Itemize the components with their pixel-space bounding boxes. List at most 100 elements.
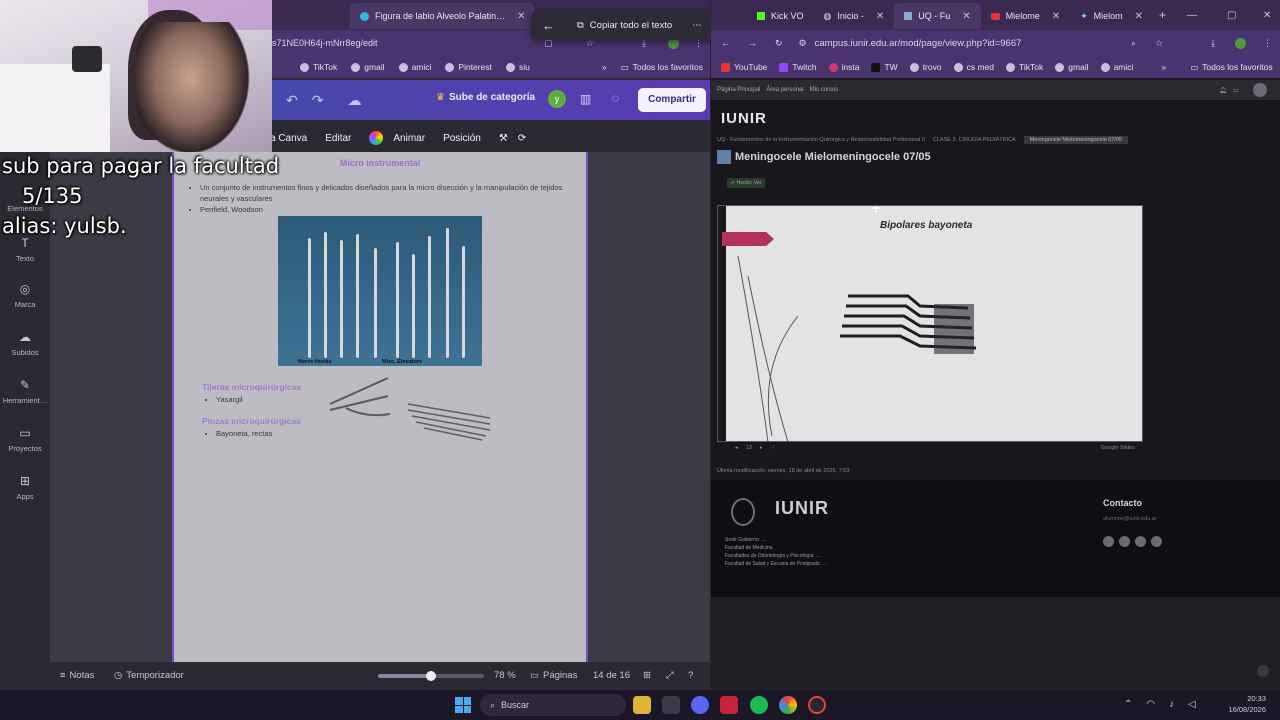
share-button[interactable]: Compartir	[638, 88, 706, 112]
fullscreen-icon[interactable]: ⤢	[666, 670, 674, 681]
discord-icon[interactable]	[691, 696, 709, 714]
crumb-course[interactable]: UQ - Fundamentos de la Instrumentación Q…	[717, 137, 925, 143]
position-button[interactable]: Posición	[443, 133, 481, 144]
bookmark-youtube[interactable]: YouTube	[721, 62, 767, 72]
chat-icon[interactable]: ▭	[1233, 87, 1239, 94]
microphone-icon[interactable]: ♪	[1169, 699, 1174, 710]
chrome-icon[interactable]	[779, 696, 797, 714]
back-icon[interactable]: ←	[721, 38, 730, 48]
rail-apps[interactable]: ⊞ Apps	[0, 474, 50, 501]
new-tab-icon[interactable]: +	[1159, 8, 1166, 22]
comment-icon[interactable]: ◌	[612, 91, 619, 105]
intro-bullets[interactable]: Un conjunto de instrumentos finos y deli…	[200, 182, 580, 215]
embedded-slide[interactable]: Bipolares bayoneta +	[717, 205, 1143, 442]
nav-home[interactable]: Página Principal	[717, 87, 760, 93]
app-red-icon[interactable]	[720, 696, 738, 714]
site-info-icon[interactable]: ⚙	[799, 38, 807, 49]
download-icon[interactable]: ⤓	[1211, 38, 1215, 49]
tab-mielome-2[interactable]: ✦ Mielom ✕	[1070, 3, 1153, 29]
star-icon[interactable]: ☆	[1155, 38, 1163, 49]
rail-tools[interactable]: ✎ Herramient…	[0, 378, 50, 405]
rail-brand[interactable]: ◎ Marca	[0, 282, 50, 309]
bookmark-pinterest[interactable]: Pinterest	[445, 62, 492, 72]
all-bookmarks-folder[interactable]: ▭ Todos los favoritos	[621, 62, 703, 73]
nav-my-courses[interactable]: Mis cursos	[810, 87, 839, 93]
chevron-up-icon[interactable]: ⌃	[1124, 699, 1132, 710]
slide-provider[interactable]: Google Slides	[1101, 445, 1135, 451]
nav-personal-area[interactable]: Área personal	[766, 87, 803, 93]
bookmark-tiktok[interactable]: TikTok	[300, 62, 337, 72]
animate-button[interactable]: Animar	[393, 133, 425, 144]
forceps-heading[interactable]: Pinzas microquirúrgicas	[202, 416, 301, 426]
store-icon[interactable]	[662, 696, 680, 714]
help-icon[interactable]: ?	[688, 670, 693, 681]
url-text[interactable]: s71NE0H64j-mNrr8eg/edit	[272, 38, 378, 48]
maximize-icon[interactable]: ▢	[1227, 10, 1236, 21]
tab-canva-figura[interactable]: Figura de labio Alveolo Palatin… ✕	[350, 3, 536, 29]
edit-button[interactable]: Editar	[325, 133, 351, 144]
rail-uploads[interactable]: ☁ Subidos	[0, 330, 50, 357]
all-bookmarks-folder[interactable]: ▭ Todos los favoritos	[1190, 62, 1272, 73]
tab-mielome-1[interactable]: Mielome ✕	[981, 3, 1070, 29]
notifications-icon[interactable]: 🔔︎	[1219, 87, 1227, 94]
tab-kick[interactable]: Kick VO	[747, 3, 814, 29]
scissors-list[interactable]: Yasargil	[216, 394, 243, 405]
close-tab-icon[interactable]: ✕	[1135, 11, 1143, 22]
bookmark-tw[interactable]: TW	[871, 62, 898, 72]
bookmark-insta[interactable]: insta	[828, 62, 859, 72]
twitter-icon[interactable]	[1135, 536, 1146, 547]
scroll-to-top-icon[interactable]	[1257, 665, 1269, 677]
obs-icon[interactable]	[808, 696, 826, 714]
upgrade-button[interactable]: ♛ Sube de categoría	[436, 92, 535, 103]
crumb-class[interactable]: CLASE 3. CIRUGÍA PEDIÁTRICA	[933, 137, 1016, 143]
menu-icon[interactable]: ⋮	[1263, 38, 1272, 49]
spotify-icon[interactable]	[750, 696, 768, 714]
undo-icon[interactable]: ↶	[286, 92, 298, 109]
next-slide-icon[interactable]: ▸	[760, 445, 763, 451]
scissors-image[interactable]	[326, 374, 396, 420]
url-text[interactable]: campus.iunir.edu.ar/mod/page/view.php?id…	[815, 38, 1022, 49]
pages-button[interactable]: ▭ Páginas	[530, 670, 577, 681]
iunir-logo[interactable]: IUNIR	[721, 110, 767, 127]
back-arrow-icon[interactable]: ←	[542, 18, 555, 33]
forceps-list[interactable]: Bayoneta, rectas	[216, 428, 272, 439]
tab-inicio[interactable]: ◍ Inicio - ✕	[814, 3, 895, 29]
more-bookmarks-icon[interactable]: »	[602, 62, 607, 72]
bookmark-gmail[interactable]: gmail	[351, 62, 385, 72]
instruments-photo[interactable]: Nerve Hooks Misc. Elevators	[278, 216, 482, 366]
close-tab-icon[interactable]: ✕	[1052, 11, 1060, 22]
user-avatar[interactable]	[1253, 83, 1267, 97]
facebook-icon[interactable]	[1103, 536, 1114, 547]
network-icon[interactable]: ◠	[1146, 699, 1155, 710]
design-page[interactable]: Micro instrumental Un conjunto de instru…	[172, 152, 588, 662]
rail-text[interactable]: T Texto	[0, 236, 50, 263]
profile-icon[interactable]	[1235, 37, 1246, 49]
analytics-icon[interactable]: ▥	[580, 92, 591, 106]
zoom-icon[interactable]: ⌕	[1131, 38, 1136, 49]
close-window-icon[interactable]: ✕	[1263, 10, 1271, 21]
forceps-image[interactable]	[406, 398, 492, 442]
bookmark-trovo[interactable]: trovo	[909, 62, 942, 72]
youtube-icon[interactable]	[1151, 536, 1162, 547]
windows-start-icon[interactable]	[455, 697, 471, 713]
bookmark-amici[interactable]: amici	[1100, 62, 1133, 72]
taskbar-search[interactable]: ⌕ Buscar	[480, 694, 626, 716]
bookmark-twitch[interactable]: Twitch	[779, 62, 817, 72]
copy-all-text-button[interactable]: Copiar todo el texto	[590, 20, 672, 31]
color-wheel-icon[interactable]	[369, 131, 384, 145]
zoom-value[interactable]: 78 %	[494, 670, 516, 681]
tab-uq[interactable]: UQ - Fu ✕	[894, 3, 981, 29]
scissors-heading[interactable]: Tijeras microquirúrgicas	[202, 382, 301, 392]
bookmark-csmed[interactable]: cs med	[953, 62, 994, 72]
forward-icon[interactable]: →	[748, 38, 757, 48]
volume-icon[interactable]: ◁	[1188, 699, 1196, 710]
bookmark-gmail[interactable]: gmail	[1055, 62, 1089, 72]
redo-icon[interactable]: ↷	[312, 92, 324, 109]
timer-button[interactable]: ◷ Temporizador	[114, 670, 184, 681]
prev-slide-icon[interactable]: ◂	[735, 445, 738, 451]
close-tab-icon[interactable]: ✕	[517, 11, 525, 22]
more-bookmarks-icon[interactable]: »	[1161, 62, 1166, 72]
bookmark-amici[interactable]: amici	[398, 62, 431, 72]
bookmark-siu[interactable]: siu	[505, 62, 530, 72]
grid-view-icon[interactable]: ⊞	[643, 670, 651, 681]
